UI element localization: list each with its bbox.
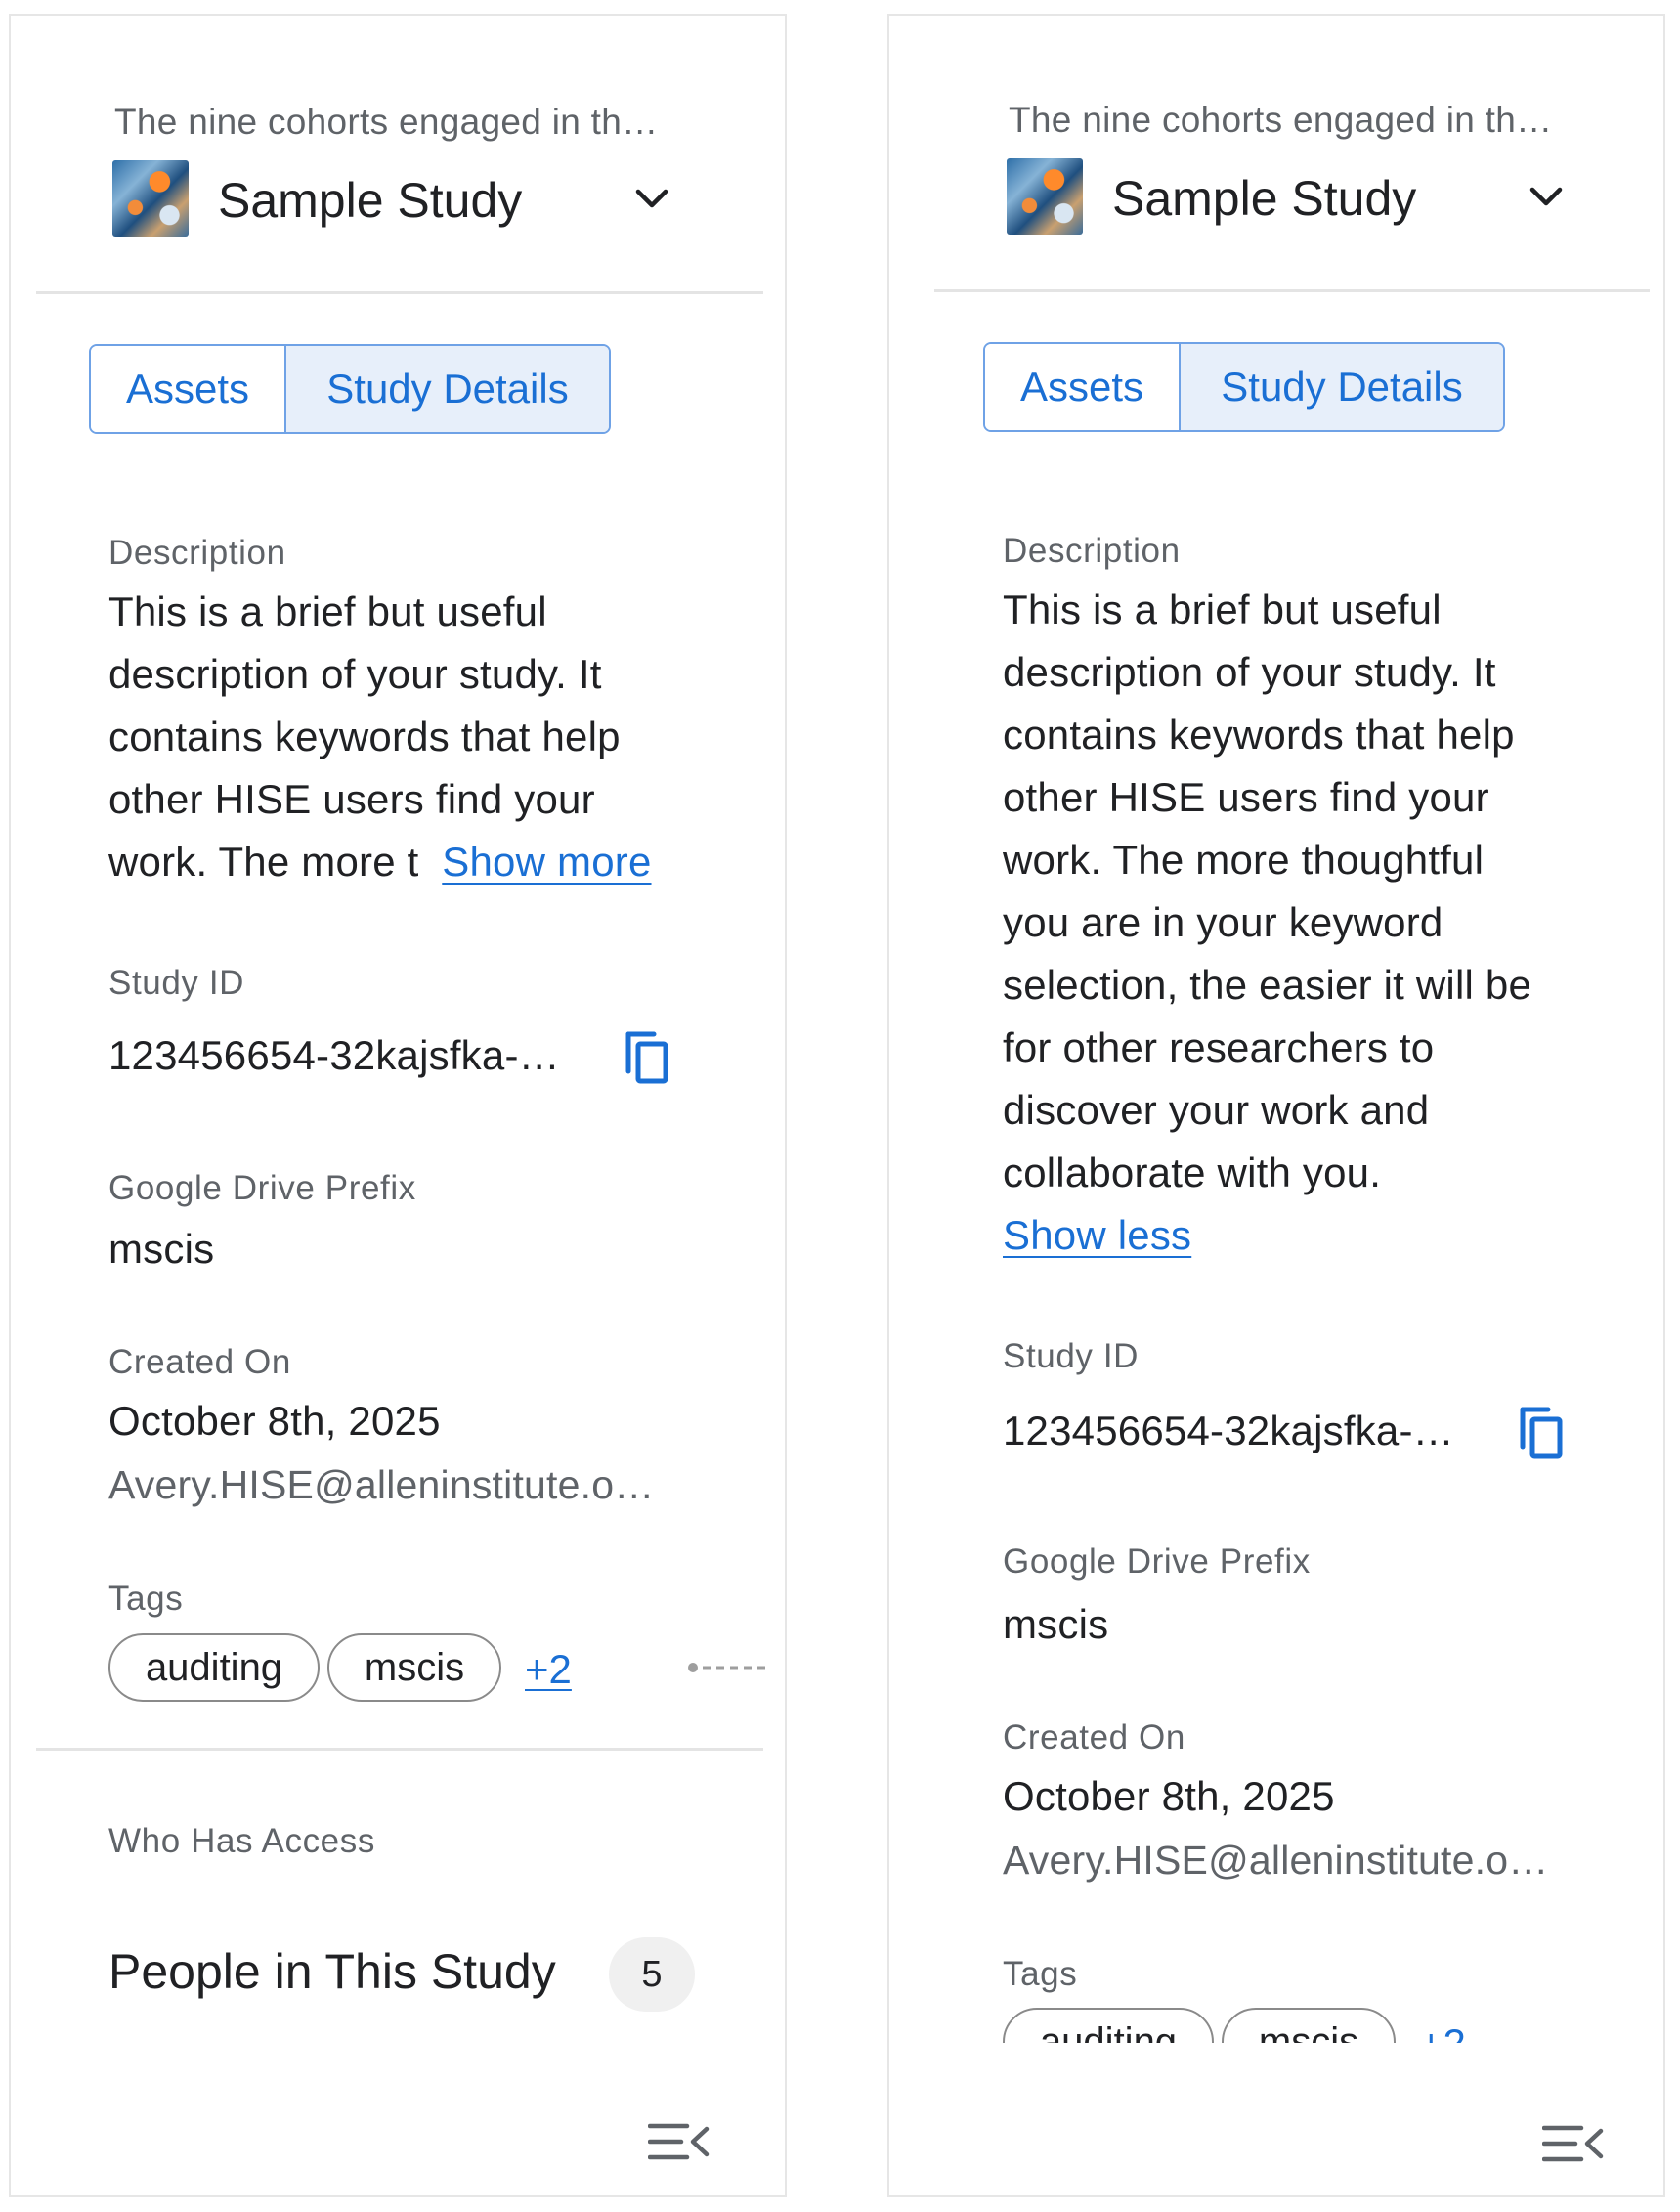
tag-chip[interactable]: auditing <box>108 1633 320 1702</box>
created-on-date: October 8th, 2025 <box>108 1398 441 1444</box>
study-id-label: Study ID <box>108 964 245 1002</box>
tab-study-details[interactable]: Study Details <box>286 346 609 432</box>
chevron-down-icon[interactable] <box>630 184 673 213</box>
study-title[interactable]: Sample Study <box>218 172 522 229</box>
more-tags-link[interactable]: +2 <box>525 1646 572 1693</box>
created-by-email: Avery.HISE@alleninstitute.o… <box>108 1462 655 1507</box>
section-divider <box>36 1748 763 1751</box>
scroll-clip: auditing mscis +2 <box>889 16 1663 2043</box>
tab-assets[interactable]: Assets <box>91 346 286 432</box>
collapse-panel-icon[interactable] <box>1542 2123 1607 2164</box>
drive-prefix-value: mscis <box>108 1226 215 1272</box>
study-details-panel-expanded: The nine cohorts engaged in th… Sample S… <box>887 14 1665 2197</box>
description-line: This is a brief but useful <box>108 588 547 634</box>
tag-chip[interactable]: mscis <box>327 1633 501 1702</box>
description-text: This is a brief but useful description o… <box>108 581 652 893</box>
tag-chip[interactable]: auditing <box>1003 2008 1214 2043</box>
description-line: description of your study. It <box>108 651 602 697</box>
show-more-link[interactable]: Show more <box>442 839 651 885</box>
drag-handle-icon <box>688 1663 765 1672</box>
tags-label: Tags <box>108 1580 184 1618</box>
people-count-badge: 5 <box>609 1937 695 2012</box>
description-line-truncated: work. The more t <box>108 839 419 885</box>
description-label: Description <box>108 534 286 572</box>
study-id-value: 123456654-32kajsfka-… <box>108 1032 560 1078</box>
description-line: other HISE users find your <box>108 776 595 822</box>
more-tags-link[interactable]: +2 <box>1419 2020 1466 2043</box>
study-thumbnail-image <box>112 160 189 237</box>
study-details-panel-collapsed: The nine cohorts engaged in th… Sample S… <box>9 14 787 2197</box>
people-in-study-label[interactable]: People in This Study <box>108 1943 556 2000</box>
collapse-panel-icon[interactable] <box>648 2121 712 2162</box>
who-has-access-label: Who Has Access <box>108 1822 375 1860</box>
tag-chip[interactable]: mscis <box>1222 2008 1396 2043</box>
drive-prefix-label: Google Drive Prefix <box>108 1169 416 1207</box>
header-divider <box>36 291 763 294</box>
description-line: contains keywords that help <box>108 714 621 759</box>
created-on-label: Created On <box>108 1343 291 1381</box>
tab-group: Assets Study Details <box>89 344 611 434</box>
description-line: work. The more t Show more <box>108 831 652 893</box>
copy-icon[interactable] <box>619 1028 673 1087</box>
study-subtitle: The nine cohorts engaged in th… <box>114 102 659 142</box>
